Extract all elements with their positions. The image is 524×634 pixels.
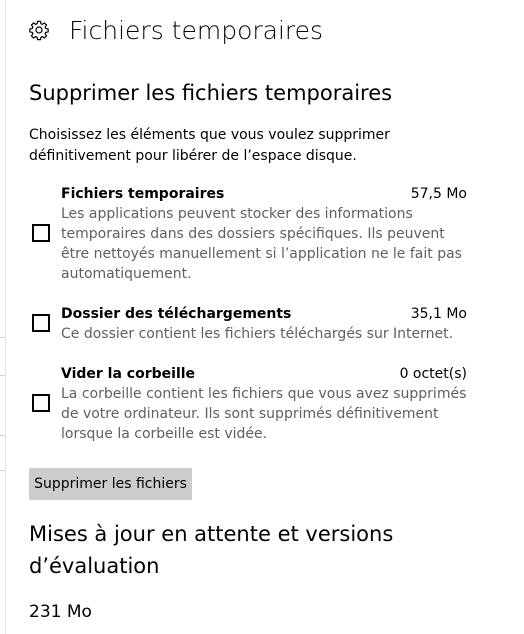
checkbox-temp-files[interactable] — [32, 224, 50, 242]
item-size: 57,5 Mo — [410, 186, 467, 202]
updates-size: 231 Mo — [29, 602, 92, 622]
item-description: Ce dossier contient les fichiers télécha… — [61, 326, 454, 342]
item-description: Les applications peuvent stocker des inf… — [61, 206, 462, 282]
updates-section-title: Mises à jour en attente et versions d’év… — [29, 522, 394, 578]
edge-mark — [0, 337, 5, 338]
item-name: Dossier des téléchargements — [61, 306, 292, 322]
list-item-temp-files: Fichiers temporaires 57,5 Mo Les applica… — [29, 184, 469, 284]
item-name: Fichiers temporaires — [61, 186, 225, 202]
item-header: Dossier des téléchargements 35,1 Mo — [61, 304, 467, 324]
delete-files-button[interactable]: Supprimer les fichiers — [29, 468, 192, 500]
item-size: 0 octet(s) — [399, 366, 467, 382]
checkbox-recycle-bin[interactable] — [32, 394, 50, 412]
item-header: Vider la corbeille 0 octet(s) — [61, 364, 467, 384]
page-title: Fichiers temporaires — [69, 16, 324, 45]
edge-mark — [0, 435, 5, 436]
section-intro: Choisissez les éléments que vous voulez … — [29, 127, 390, 164]
item-header: Fichiers temporaires 57,5 Mo — [61, 184, 467, 204]
gear-icon — [29, 20, 49, 41]
list-item-downloads: Dossier des téléchargements 35,1 Mo Ce d… — [29, 304, 469, 344]
list-item-recycle-bin: Vider la corbeille 0 octet(s) La corbeil… — [29, 364, 469, 444]
section-title: Supprimer les fichiers temporaires — [29, 81, 393, 105]
edge-mark — [0, 375, 5, 376]
item-name: Vider la corbeille — [61, 366, 196, 382]
item-size: 35,1 Mo — [410, 306, 467, 322]
window-left-edge — [0, 0, 6, 634]
item-description: La corbeille contient les fichiers que v… — [61, 386, 467, 442]
checkbox-downloads[interactable] — [32, 314, 50, 332]
edge-mark — [0, 470, 5, 471]
